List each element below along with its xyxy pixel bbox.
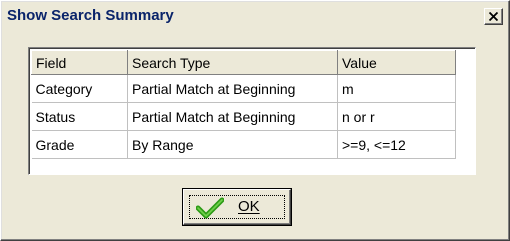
checkmark-icon (196, 197, 224, 219)
column-header-value[interactable]: Value (337, 50, 456, 75)
cell-field: Grade (31, 130, 128, 159)
cell-value: m (337, 74, 456, 103)
column-header-search-type[interactable]: Search Type (127, 50, 338, 75)
dialog-title: Show Search Summary (7, 7, 174, 24)
ok-button-label: OK (238, 198, 260, 215)
cell-search-type: Partial Match at Beginning (127, 102, 338, 131)
cell-value: >=9, <=12 (337, 130, 456, 159)
header-row: Field Search Type Value (31, 50, 456, 75)
close-button[interactable] (484, 8, 503, 25)
cell-search-type: Partial Match at Beginning (127, 74, 338, 103)
cell-value: n or r (337, 102, 456, 131)
table-row[interactable]: Grade By Range >=9, <=12 (31, 130, 456, 159)
table-row[interactable]: Category Partial Match at Beginning m (31, 74, 456, 103)
close-icon (489, 12, 498, 21)
column-header-field[interactable]: Field (31, 50, 128, 75)
table-row[interactable]: Status Partial Match at Beginning n or r (31, 102, 456, 131)
cell-search-type: By Range (127, 130, 338, 159)
cell-field: Status (31, 102, 128, 131)
ok-button[interactable]: OK (183, 189, 291, 225)
cell-field: Category (31, 74, 128, 103)
dialog-window: Show Search Summary Field Search Type Va… (0, 0, 510, 241)
title-bar[interactable]: Show Search Summary (4, 4, 507, 28)
summary-table: Field Search Type Value Category Partial… (31, 50, 456, 159)
search-summary-grid[interactable]: Field Search Type Value Category Partial… (28, 47, 476, 175)
